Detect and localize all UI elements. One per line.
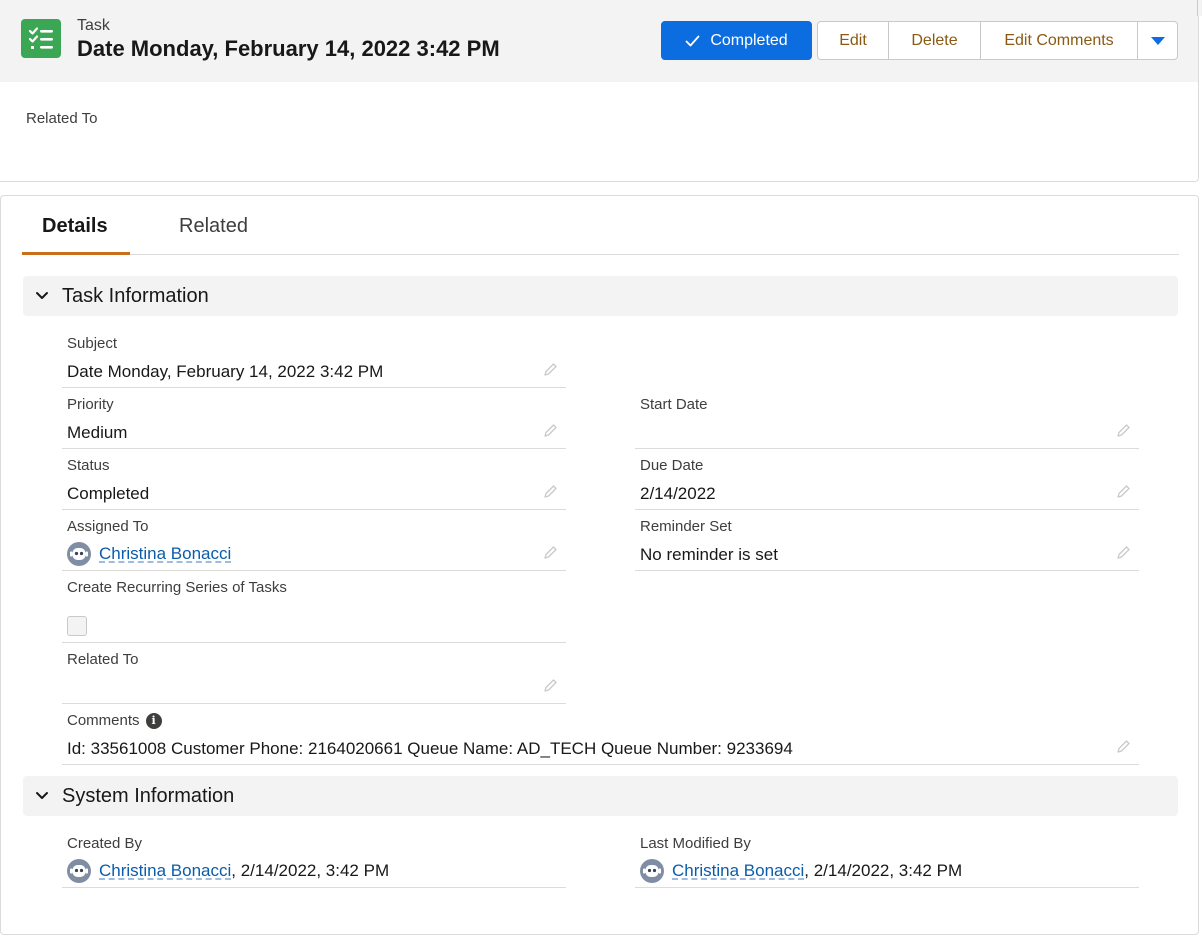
field-value: Christina Bonacci <box>67 542 231 566</box>
task-list-icon <box>21 19 61 58</box>
pencil-icon[interactable] <box>1115 739 1131 755</box>
pencil-icon[interactable] <box>542 423 558 439</box>
field-value: No reminder is set <box>640 545 778 564</box>
details-card: Details Related Task Information Subject… <box>0 195 1199 935</box>
last-modified-date: , 2/14/2022, 3:42 PM <box>804 861 963 880</box>
active-tab-indicator <box>22 252 130 255</box>
due-date-field: Due Date 2/14/2022 <box>635 457 1139 510</box>
field-label: Created By <box>67 835 143 852</box>
more-actions-button[interactable] <box>1138 22 1177 59</box>
tab-related[interactable]: Related <box>179 215 248 238</box>
pencil-icon[interactable] <box>1115 484 1131 500</box>
related-to-field: Related To <box>62 651 566 704</box>
chevron-down-icon <box>1150 36 1165 45</box>
pencil-icon[interactable] <box>542 545 558 561</box>
field-label: Related To <box>67 651 139 668</box>
field-label: Status <box>67 457 110 474</box>
subject-field: Subject Date Monday, February 14, 2022 3… <box>62 335 566 388</box>
highlights-panel: Task Date Monday, February 14, 2022 3:42… <box>0 0 1199 182</box>
task-information-section-header[interactable]: Task Information <box>23 276 1178 316</box>
assigned-user-link[interactable]: Christina Bonacci <box>99 544 231 564</box>
completed-button-label: Completed <box>710 31 788 49</box>
pencil-icon[interactable] <box>542 362 558 378</box>
field-value: Christina Bonacci, 2/14/2022, 3:42 PM <box>67 859 389 883</box>
chevron-down-icon <box>36 792 48 799</box>
last-modified-by-field: Last Modified By Christina Bonacci, 2/14… <box>635 835 1139 888</box>
field-label: Reminder Set <box>640 518 732 535</box>
pencil-icon[interactable] <box>1115 423 1131 439</box>
field-label: Start Date <box>640 396 708 413</box>
field-label: Subject <box>67 335 118 352</box>
action-button-group: Edit Delete Edit Comments <box>817 21 1178 60</box>
avatar <box>67 542 91 566</box>
assigned-to-field: Assigned To Christina Bonacci <box>62 518 566 571</box>
checkmark-icon <box>685 35 700 46</box>
tab-bar: Details Related <box>22 196 1179 255</box>
created-by-user-link[interactable]: Christina Bonacci <box>99 861 231 880</box>
field-label: Priority <box>67 396 114 413</box>
field-label: Last Modified By <box>640 835 751 852</box>
delete-button[interactable]: Delete <box>889 22 981 59</box>
field-label: Create Recurring Series of Tasks <box>67 579 287 596</box>
comments-field: Comments i Id: 33561008 Customer Phone: 2… <box>62 712 1139 765</box>
tab-details[interactable]: Details <box>42 215 108 238</box>
start-date-field: Start Date <box>635 396 1139 449</box>
field-value: Medium <box>67 423 128 442</box>
pencil-icon[interactable] <box>542 678 558 694</box>
status-field: Status Completed <box>62 457 566 510</box>
field-label: Due Date <box>640 457 704 474</box>
field-value: Completed <box>67 484 150 503</box>
field-label: Comments <box>67 712 140 729</box>
recurring-series-checkbox[interactable] <box>67 616 87 636</box>
completed-button[interactable]: Completed <box>661 21 812 60</box>
field-label-row: Comments i <box>67 712 162 729</box>
section-title: Task Information <box>62 285 209 307</box>
edit-comments-button[interactable]: Edit Comments <box>981 22 1138 59</box>
field-value: Christina Bonacci, 2/14/2022, 3:42 PM <box>640 859 962 883</box>
avatar <box>640 859 664 883</box>
field-value: Date Monday, February 14, 2022 3:42 PM <box>67 362 384 381</box>
created-by-field: Created By Christina Bonacci, 2/14/2022,… <box>62 835 566 888</box>
section-title: System Information <box>62 785 235 807</box>
page-title: Date Monday, February 14, 2022 3:42 PM <box>77 36 500 61</box>
created-date: , 2/14/2022, 3:42 PM <box>231 861 390 880</box>
object-type-label: Task <box>77 17 110 34</box>
chevron-down-icon <box>36 292 48 299</box>
field-value: 2/14/2022 <box>640 484 716 503</box>
info-icon[interactable]: i <box>145 713 162 729</box>
last-modified-user-link[interactable]: Christina Bonacci <box>672 861 804 880</box>
avatar <box>67 859 91 883</box>
edit-button[interactable]: Edit <box>818 22 889 59</box>
pencil-icon[interactable] <box>1115 545 1131 561</box>
pencil-icon[interactable] <box>542 484 558 500</box>
field-value: Id: 33561008 Customer Phone: 2164020661 … <box>67 739 793 758</box>
priority-field: Priority Medium <box>62 396 566 449</box>
reminder-set-field: Reminder Set No reminder is set <box>635 518 1139 571</box>
recurring-series-field: Create Recurring Series of Tasks <box>62 579 566 643</box>
scrollbar[interactable] <box>1197 0 1202 16</box>
system-information-section-header[interactable]: System Information <box>23 776 1178 816</box>
field-label: Assigned To <box>67 518 149 535</box>
highlights-related-to-label: Related To <box>26 110 98 127</box>
page-header: Task Date Monday, February 14, 2022 3:42… <box>0 0 1198 82</box>
